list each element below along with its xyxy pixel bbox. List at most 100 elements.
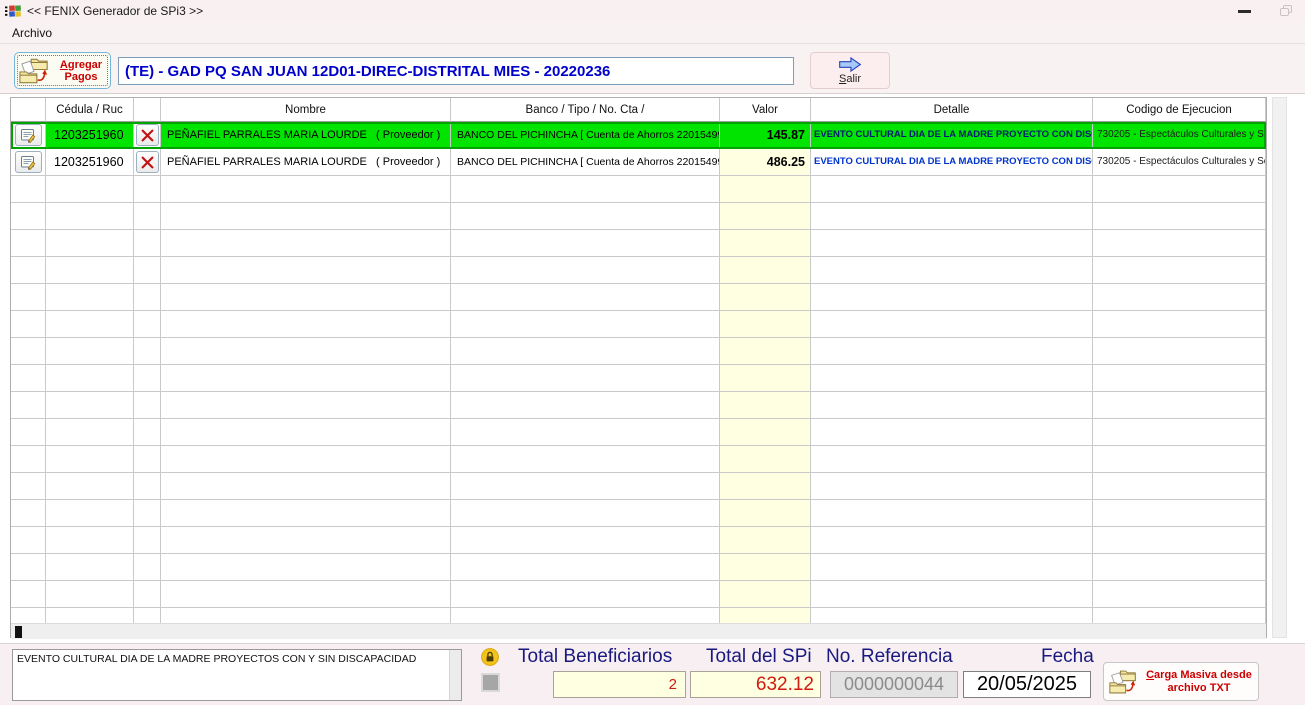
row-edit-cell <box>11 446 46 473</box>
valor-cell <box>720 419 811 446</box>
row-delete-button[interactable] <box>136 151 159 173</box>
minimize-button[interactable] <box>1238 10 1251 13</box>
nombre-cell: PEÑAFIEL PARRALES MARIA LOURDE ( Proveed… <box>161 149 451 176</box>
restore-button[interactable] <box>1280 5 1293 17</box>
table-row-empty[interactable] <box>11 338 1266 365</box>
valor-cell <box>720 257 811 284</box>
cedula-cell <box>46 446 134 473</box>
codigo-cell <box>1093 446 1266 473</box>
folder-load-icon <box>19 56 49 85</box>
row-properties-button[interactable] <box>15 151 42 173</box>
table-row-empty[interactable] <box>11 311 1266 338</box>
valor-cell <box>720 176 811 203</box>
detalle-cell <box>811 284 1093 311</box>
row-edit-cell <box>11 230 46 257</box>
cedula-cell <box>46 230 134 257</box>
cedula-cell <box>46 284 134 311</box>
table-row[interactable]: 1203251960 PEÑAFIEL PARRALES MARIA LOURD… <box>11 149 1266 176</box>
table-row-empty[interactable] <box>11 392 1266 419</box>
detalle-cell: EVENTO CULTURAL DIA DE LA MADRE PROYECTO… <box>811 149 1093 176</box>
row-delete-button[interactable] <box>136 124 159 146</box>
nombre-cell <box>161 338 451 365</box>
header-banco: Banco / Tipo / No. Cta / <box>451 98 720 122</box>
gray-toggle-button[interactable] <box>481 673 500 692</box>
table-row-empty[interactable] <box>11 446 1266 473</box>
table-row-empty[interactable] <box>11 473 1266 500</box>
salir-button[interactable]: Salir <box>810 52 890 89</box>
cedula-cell <box>46 581 134 608</box>
banco-cell <box>451 257 720 284</box>
valor-cell <box>720 554 811 581</box>
table-row-empty[interactable] <box>11 419 1266 446</box>
codigo-cell <box>1093 608 1266 623</box>
row-delete-cell <box>134 230 161 257</box>
entity-title-field[interactable] <box>118 57 794 85</box>
table-row-empty[interactable] <box>11 365 1266 392</box>
table-row-empty[interactable] <box>11 203 1266 230</box>
properties-icon <box>20 128 36 143</box>
row-delete-cell <box>134 419 161 446</box>
table-row-empty[interactable] <box>11 284 1266 311</box>
cedula-cell <box>46 311 134 338</box>
row-delete-cell <box>134 446 161 473</box>
banco-cell <box>451 446 720 473</box>
detalle-cell <box>811 473 1093 500</box>
detalle-textarea[interactable]: EVENTO CULTURAL DIA DE LA MADRE PROYECTO… <box>13 650 449 700</box>
referencia-label: No. Referencia <box>826 646 953 668</box>
detalle-cell <box>811 311 1093 338</box>
total-beneficiarios-label: Total Beneficiarios <box>518 646 672 668</box>
horizontal-scrollbar[interactable] <box>11 623 1266 639</box>
fecha-field[interactable] <box>963 671 1091 698</box>
menu-archivo[interactable]: Archivo <box>8 25 56 41</box>
row-edit-cell <box>11 257 46 284</box>
textarea-scrollbar[interactable] <box>449 650 461 700</box>
total-beneficiarios-field[interactable] <box>553 671 686 698</box>
fecha-label: Fecha <box>1041 646 1094 668</box>
row-edit-cell <box>11 311 46 338</box>
lock-icon <box>481 648 499 666</box>
detalle-cell <box>811 446 1093 473</box>
codigo-cell <box>1093 554 1266 581</box>
valor-cell <box>720 446 811 473</box>
table-row-empty[interactable] <box>11 500 1266 527</box>
row-delete-cell <box>134 338 161 365</box>
total-spi-field[interactable] <box>690 671 821 698</box>
table-row-empty[interactable] <box>11 527 1266 554</box>
agregar-pagos-button[interactable]: AgregarPagos <box>14 52 111 89</box>
cedula-cell <box>46 338 134 365</box>
nombre-cell <box>161 284 451 311</box>
nombre-cell <box>161 554 451 581</box>
nombre-cell <box>161 608 451 623</box>
row-edit-cell <box>11 284 46 311</box>
codigo-cell <box>1093 176 1266 203</box>
row-delete-cell <box>134 608 161 623</box>
valor-cell <box>720 365 811 392</box>
valor-cell: 486.25 <box>720 149 811 176</box>
row-delete-cell <box>134 581 161 608</box>
banco-cell: BANCO DEL PICHINCHA [ Cuenta de Ahorros … <box>451 149 720 176</box>
horizontal-scrollbar-thumb[interactable] <box>15 626 22 638</box>
table-row-empty[interactable] <box>11 608 1266 623</box>
header-valor: Valor <box>720 98 811 122</box>
table-row-empty[interactable] <box>11 230 1266 257</box>
table-row-empty[interactable] <box>11 257 1266 284</box>
app-window-icon <box>5 3 22 20</box>
table-row-empty[interactable] <box>11 554 1266 581</box>
valor-cell <box>720 608 811 623</box>
codigo-cell <box>1093 581 1266 608</box>
detalle-cell <box>811 203 1093 230</box>
row-properties-button[interactable] <box>15 124 42 146</box>
codigo-cell <box>1093 419 1266 446</box>
carga-masiva-button[interactable]: Carga Masiva desdearchivo TXT <box>1103 662 1259 701</box>
detalle-cell <box>811 338 1093 365</box>
vertical-scrollbar[interactable] <box>1272 97 1287 638</box>
referencia-field[interactable] <box>830 671 958 698</box>
row-edit-cell <box>11 608 46 623</box>
row-delete-cell <box>134 149 161 176</box>
table-row-empty[interactable] <box>11 581 1266 608</box>
table-row-empty[interactable] <box>11 176 1266 203</box>
valor-cell: 145.87 <box>720 122 811 149</box>
row-delete-cell <box>134 554 161 581</box>
detalle-cell <box>811 554 1093 581</box>
table-row[interactable]: 1203251960 PEÑAFIEL PARRALES MARIA LOURD… <box>11 122 1266 149</box>
